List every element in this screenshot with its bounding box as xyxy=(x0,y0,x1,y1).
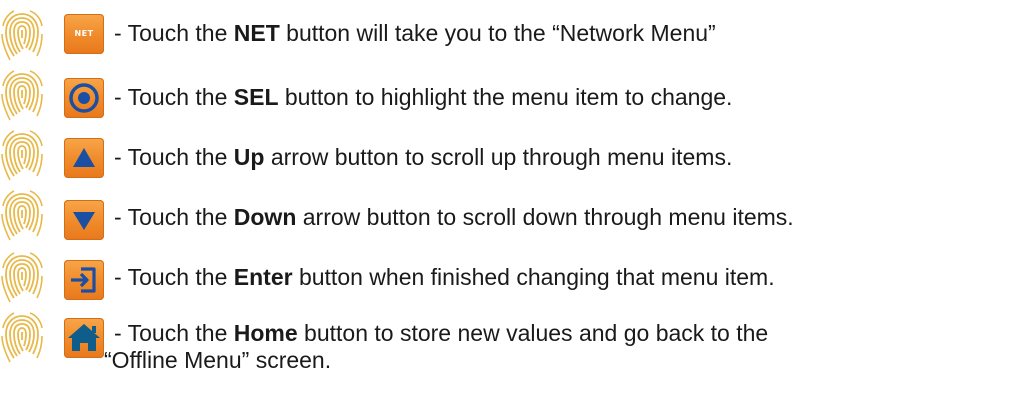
instruction-text-net: - Touch the NET button will take you to … xyxy=(114,20,716,46)
instruction-row-sel: - Touch the SEL button to highlight the … xyxy=(0,68,1021,124)
fingerprint-icon xyxy=(1,190,43,241)
instruction-row-up: - Touch the Up arrow button to scroll up… xyxy=(0,128,1021,184)
instruction-row-home: - Touch the Home button to store new val… xyxy=(0,310,1021,390)
instruction-text-home-line2: “Offline Menu” screen. xyxy=(104,347,332,373)
fingerprint-icon xyxy=(1,70,43,121)
instruction-text-sel: - Touch the SEL button to highlight the … xyxy=(114,84,733,110)
instruction-row-enter: - Touch the Enter button when finished c… xyxy=(0,250,1021,306)
fingerprint-icon xyxy=(1,312,43,363)
home-icon xyxy=(64,318,104,358)
down-arrow-icon xyxy=(64,200,104,240)
fingerprint-icon xyxy=(1,10,43,61)
fingerprint-icon xyxy=(1,130,43,181)
net-button-icon: NET xyxy=(64,14,104,54)
net-button-label: NET xyxy=(74,29,94,38)
instruction-row-down: - Touch the Down arrow button to scroll … xyxy=(0,188,1021,244)
fingerprint-icon xyxy=(1,252,43,303)
enter-icon xyxy=(64,260,104,300)
up-arrow-icon xyxy=(64,138,104,178)
instruction-row-net: NET - Touch the NET button will take you… xyxy=(0,8,1021,64)
instruction-text-up: - Touch the Up arrow button to scroll up… xyxy=(114,144,733,170)
instruction-text-home: - Touch the Home button to store new val… xyxy=(114,320,769,346)
select-target-icon xyxy=(64,78,104,118)
instruction-text-enter: - Touch the Enter button when finished c… xyxy=(114,264,775,290)
instruction-text-down: - Touch the Down arrow button to scroll … xyxy=(114,204,794,230)
